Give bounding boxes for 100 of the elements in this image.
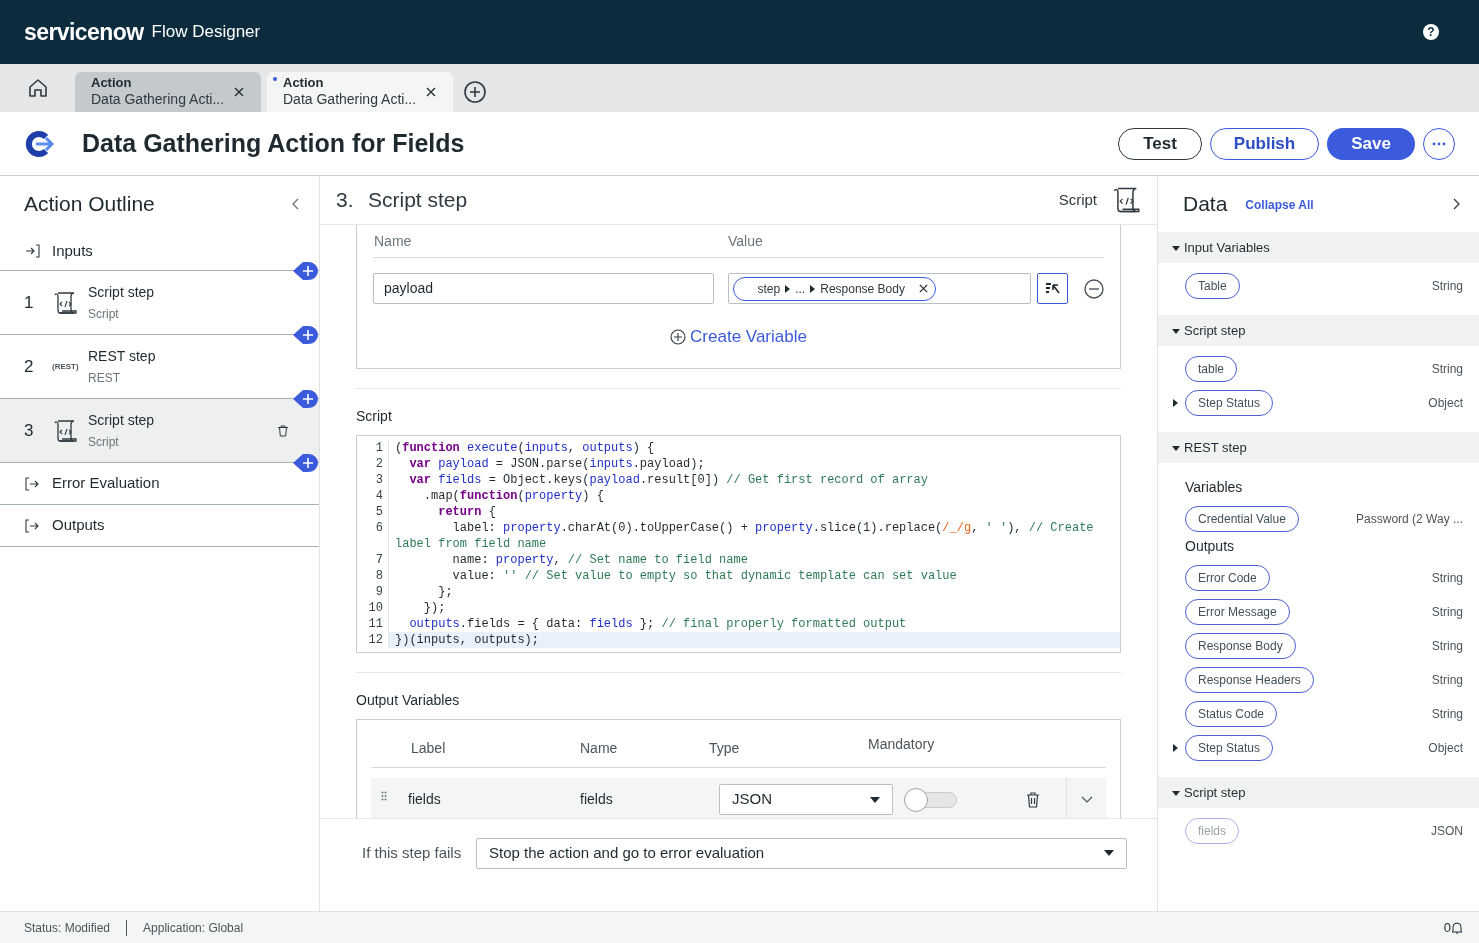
step-title: Script step [368,187,468,214]
output-icon [25,476,40,491]
collapse-all-link[interactable]: Collapse All [1245,196,1314,214]
section-title: Input Variables [1184,238,1270,257]
value-field[interactable]: step ... Response Body [727,273,1032,304]
code-line: name: property, // Set name to field name [451,551,749,568]
pill-text: step [757,280,781,298]
add-step-icon[interactable] [293,389,319,409]
code-line: var fields = Object.keys(payload.result[0]) // Get first record of array [408,471,929,488]
step-number: 3 [23,419,35,442]
add-step-icon[interactable] [293,453,319,473]
logo: servicenow [24,17,144,47]
code-line: outputs.fields = { data: fields }; // final properly formatted output [408,615,908,632]
rest-icon: (REST) [52,360,79,373]
step-title: REST step [88,347,157,366]
code-line: label: property.charAt(0).toUpperCase() + property.slice(1).replace(/_/g, ' '), // Create label from field name [394,519,1095,552]
column-header: Value [728,231,763,251]
step-number: 2 [23,355,35,378]
table-cell-text: fields [580,790,614,809]
tab-title: Data Gathering Acti... [91,91,226,109]
step-type: REST [88,370,121,387]
select-value: Stop the action and go to error evaluation [489,842,765,863]
caret-down-icon [1171,326,1181,335]
close-icon[interactable] [233,86,245,98]
trash-icon[interactable] [1026,791,1040,808]
scroll-icon [52,417,78,444]
section-title: Script step [1184,783,1246,802]
section-header[interactable]: REST step [1158,432,1479,463]
outline-label: Outputs [52,515,105,536]
tab[interactable]: Action Data Gathering Acti... [267,72,453,112]
dropdown-icon [1104,850,1114,856]
outline-item[interactable]: 3 Script step Script [0,399,319,463]
table-cell-text: fields [408,790,442,809]
tab[interactable]: Action Data Gathering Acti... [75,72,261,112]
step-number: 1 [23,291,35,314]
section-label: Output Variables [356,690,461,710]
scroll-icon [1111,185,1141,215]
data-type: String [1431,604,1463,621]
add-step-icon[interactable] [293,261,319,281]
action-title: Data Gathering Action for Fields [82,127,465,159]
section-label: Script [356,406,393,426]
outline-item[interactable]: Outputs [0,505,319,547]
tab-title: Data Gathering Acti... [283,91,418,109]
code-line: })(inputs, outputs); [394,631,541,648]
notifications-button[interactable]: 0 [1443,917,1463,938]
data-picker-button[interactable] [1037,273,1069,304]
create-variable-link[interactable]: Create Variable [670,324,807,350]
add-icon [670,328,687,345]
step-number: 3. [336,187,355,214]
app-title: Flow Designer [151,21,261,44]
collapse-icon[interactable] [291,198,299,210]
close-icon[interactable] [425,86,437,98]
step-title: Script step [88,411,156,430]
picker-icon [1044,281,1061,296]
remove-icon[interactable] [1084,278,1104,299]
trash-icon[interactable] [277,424,289,437]
scroll-icon [52,289,78,316]
column-header: Label [410,738,447,758]
outline-title: Action Outline [24,191,155,218]
drag-handle-icon[interactable] [381,790,387,801]
data-type: String [1431,638,1463,655]
column-header: Name [579,738,619,758]
expand-panel-icon[interactable] [1453,198,1461,210]
more-icon [1432,141,1446,146]
group-heading: Variables [1184,478,1244,497]
action-button[interactable]: Save [1327,127,1415,160]
fail-action-select[interactable]: Stop the action and go to error evaluation [476,837,1127,869]
column-header: Type [709,738,741,758]
code-line: value: '' // Set value to empty so that dynamic template can set value [451,567,958,584]
data-type: String [1431,361,1463,378]
code-line: var payload = JSON.parse(inputs.payload); [408,455,706,472]
code-line: return { [437,503,497,520]
caret-down-icon [1171,788,1181,797]
input-icon [25,244,40,258]
expand-icon[interactable] [1080,796,1093,803]
application-text: Application: Global [143,919,244,937]
help-button[interactable]: ? [1423,24,1439,40]
section-header[interactable]: Input Variables [1158,232,1479,263]
step-type: Script [1058,189,1097,210]
close-icon[interactable] [917,283,929,294]
name-field[interactable]: payload [373,273,714,304]
add-step-icon[interactable] [293,325,319,345]
pill-text: ... [795,280,806,298]
data-type: Object [1428,395,1463,412]
output-icon [25,518,40,533]
field-label: If this step fails [362,842,463,863]
step-title: Script step [88,283,156,302]
code-editor[interactable] [356,434,1121,653]
dropdown-icon [870,796,880,803]
pill-text: Response Body [820,280,905,298]
section-header[interactable]: Script step [1158,315,1479,346]
type-select[interactable]: JSON [719,784,893,815]
section-header[interactable]: Script step [1158,777,1479,808]
caret-icon [810,284,816,293]
column-header: Mandatory [868,734,935,754]
add-tab-icon[interactable] [463,80,487,104]
outline-item[interactable]: Error Evaluation [0,463,319,505]
caret-down-icon [1171,243,1181,252]
caret-icon [785,284,791,293]
select-value: JSON [732,789,772,810]
